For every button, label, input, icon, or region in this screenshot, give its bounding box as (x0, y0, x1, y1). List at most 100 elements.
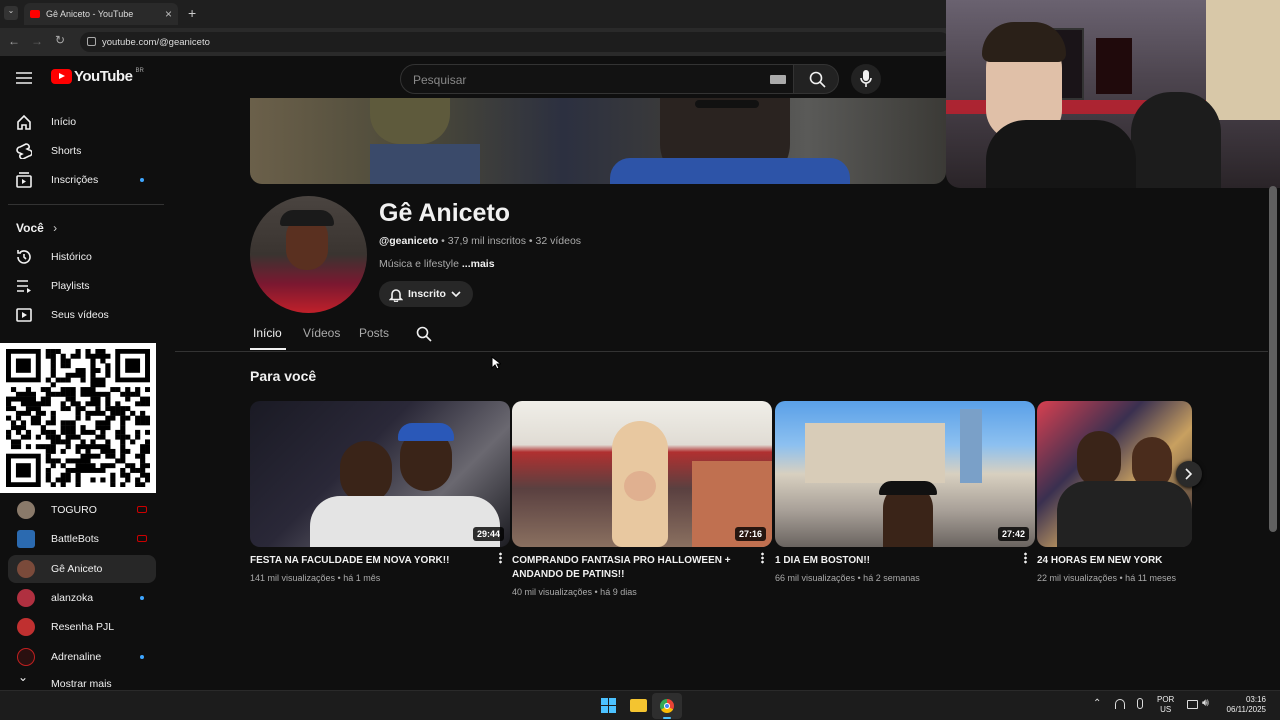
video-meta: 141 mil visualizações • há 1 mês (250, 573, 381, 583)
sidebar-item-playlists[interactable]: Playlists (8, 272, 156, 300)
reload-icon[interactable]: ↻ (55, 33, 65, 47)
page-scrollbar[interactable] (1269, 186, 1277, 532)
video-thumbnail[interactable] (1037, 401, 1192, 547)
sidebar-item-subscription[interactable]: alanzoka (8, 584, 156, 612)
video-card[interactable]: 27:16 COMPRANDO FANTASIA PRO HALLOWEEN +… (512, 401, 772, 597)
network-icon[interactable] (1187, 700, 1198, 709)
sidebar-item-subscription[interactable]: Resenha PJL (8, 613, 156, 641)
youtube-favicon-icon (30, 10, 40, 18)
site-info-icon[interactable] (87, 37, 96, 46)
you-section-header[interactable]: Você › (16, 221, 57, 235)
channel-avatar-large[interactable] (250, 196, 367, 313)
video-thumbnail[interactable]: 27:42 (775, 401, 1035, 547)
more-actions-icon[interactable] (499, 552, 502, 564)
file-explorer-icon[interactable] (630, 699, 647, 712)
you-section-title: Você (16, 221, 44, 235)
close-tab-icon[interactable]: × (165, 7, 172, 21)
back-icon[interactable]: ← (8, 34, 20, 48)
search-input[interactable]: Pesquisar (400, 64, 794, 94)
voice-search-button[interactable] (851, 64, 881, 94)
new-tab-button[interactable]: + (188, 5, 196, 21)
language-indicator[interactable]: POR US (1157, 695, 1174, 715)
channel-avatar (17, 560, 35, 578)
subscribed-label: Inscrito (408, 288, 446, 300)
shorts-icon (16, 143, 32, 159)
qr-code-overlay (0, 343, 156, 493)
video-meta: 66 mil visualizações • há 2 semanas (775, 573, 920, 583)
channel-title: Gê Aniceto (379, 199, 511, 227)
sidebar-item-your-videos[interactable]: Seus vídeos (8, 301, 156, 329)
subscriber-count: 37,9 mil inscritos (447, 235, 526, 247)
subscriptions-icon (16, 172, 32, 188)
channel-avatar (17, 501, 35, 519)
language-code: POR (1157, 695, 1175, 704)
sidebar-item-history[interactable]: Histórico (8, 243, 156, 271)
windows-start-icon[interactable] (601, 698, 616, 713)
video-duration: 27:16 (734, 527, 766, 541)
search-button[interactable] (793, 64, 839, 94)
tab-posts[interactable]: Posts (359, 326, 389, 340)
chrome-icon[interactable] (652, 693, 682, 719)
sidebar-item-home[interactable]: Início (8, 108, 156, 136)
more-link[interactable]: ...mais (462, 258, 495, 270)
sidebar-item-label: Gê Aniceto (51, 563, 103, 575)
video-card[interactable]: 29:44 FESTA NA FACULDADE EM NOVA YORK!! … (250, 401, 510, 583)
channel-search-icon[interactable] (416, 326, 432, 342)
sidebar-item-subscription[interactable]: Adrenaline (8, 643, 156, 671)
microphone-tray-icon[interactable] (1137, 698, 1143, 709)
home-icon (17, 114, 31, 130)
sidebar-item-label: Adrenaline (51, 651, 102, 663)
volume-icon[interactable]: 🔊︎ (1202, 697, 1209, 710)
tab-videos[interactable]: Vídeos (303, 326, 340, 340)
new-content-dot (140, 596, 144, 600)
keyboard-layout: US (1160, 705, 1172, 714)
description-text: Música e lifestyle (379, 258, 459, 270)
video-count: 32 vídeos (535, 235, 582, 247)
video-title[interactable]: 24 HORAS EM NEW YORK (1037, 554, 1187, 568)
headset-icon[interactable] (1115, 699, 1125, 709)
section-title: Para você (250, 368, 317, 384)
video-title[interactable]: 1 DIA EM BOSTON!! (775, 554, 1015, 568)
next-carousel-button[interactable] (1176, 461, 1202, 487)
tab-list-button[interactable]: ⌄ (4, 6, 18, 20)
bell-icon (389, 289, 403, 302)
url-text: youtube.com/@geaniceto (102, 37, 210, 48)
sidebar-item-label: TOGURO (51, 504, 97, 516)
video-card[interactable]: 27:42 1 DIA EM BOSTON!! 66 mil visualiza… (775, 401, 1035, 583)
video-thumbnail[interactable]: 29:44 (250, 401, 510, 547)
channel-description[interactable]: Música e lifestyle ...mais (379, 258, 495, 270)
more-actions-icon[interactable] (761, 552, 764, 564)
clock-date: 06/11/2025 (1226, 705, 1266, 714)
sidebar-item-subscriptions[interactable]: Inscrições (8, 166, 156, 194)
sidebar-item-label: BattleBots (51, 533, 99, 545)
sidebar-item-label: Resenha PJL (51, 621, 115, 633)
video-thumbnail[interactable]: 27:16 (512, 401, 772, 547)
your-videos-icon (16, 308, 32, 322)
show-more-label: Mostrar mais (51, 678, 112, 688)
video-title[interactable]: FESTA NA FACULDADE EM NOVA YORK!! (250, 554, 490, 568)
keyboard-icon[interactable] (770, 75, 786, 84)
sidebar-item-subscription[interactable]: TOGURO (8, 496, 156, 524)
browser-tab[interactable]: Gê Aniceto - YouTube × (24, 3, 178, 25)
show-more-button[interactable]: ⌄ Mostrar mais (8, 672, 156, 688)
video-card[interactable]: 24 HORAS EM NEW YORK 22 mil visualizaçõe… (1037, 401, 1192, 583)
video-meta: 40 mil visualizações • há 9 dias (512, 587, 637, 597)
channel-avatar (17, 589, 35, 607)
forward-icon[interactable]: → (31, 34, 43, 48)
qr-code (6, 349, 151, 488)
sidebar-item-shorts[interactable]: Shorts (8, 137, 156, 165)
tray-chevron-up-icon[interactable]: ⌃ (1093, 698, 1101, 709)
clock[interactable]: 03:16 06/11/2025 (1222, 695, 1266, 715)
sidebar-item-subscription[interactable]: BattleBots (8, 525, 156, 553)
channel-handle: @geaniceto (379, 235, 439, 247)
tabs-divider (175, 351, 1268, 352)
playlist-icon (17, 280, 31, 293)
more-actions-icon[interactable] (1024, 552, 1027, 564)
url-field[interactable]: youtube.com/@geaniceto (80, 32, 950, 52)
sidebar-item-label: Playlists (51, 280, 90, 292)
sidebar-item-subscription[interactable]: Gê Aniceto (8, 555, 156, 583)
video-meta: 22 mil visualizações • há 11 meses (1037, 573, 1177, 583)
tab-home[interactable]: Início (253, 326, 282, 340)
video-title[interactable]: COMPRANDO FANTASIA PRO HALLOWEEN + ANDAN… (512, 554, 752, 582)
subscribed-button[interactable]: Inscrito (379, 281, 473, 307)
